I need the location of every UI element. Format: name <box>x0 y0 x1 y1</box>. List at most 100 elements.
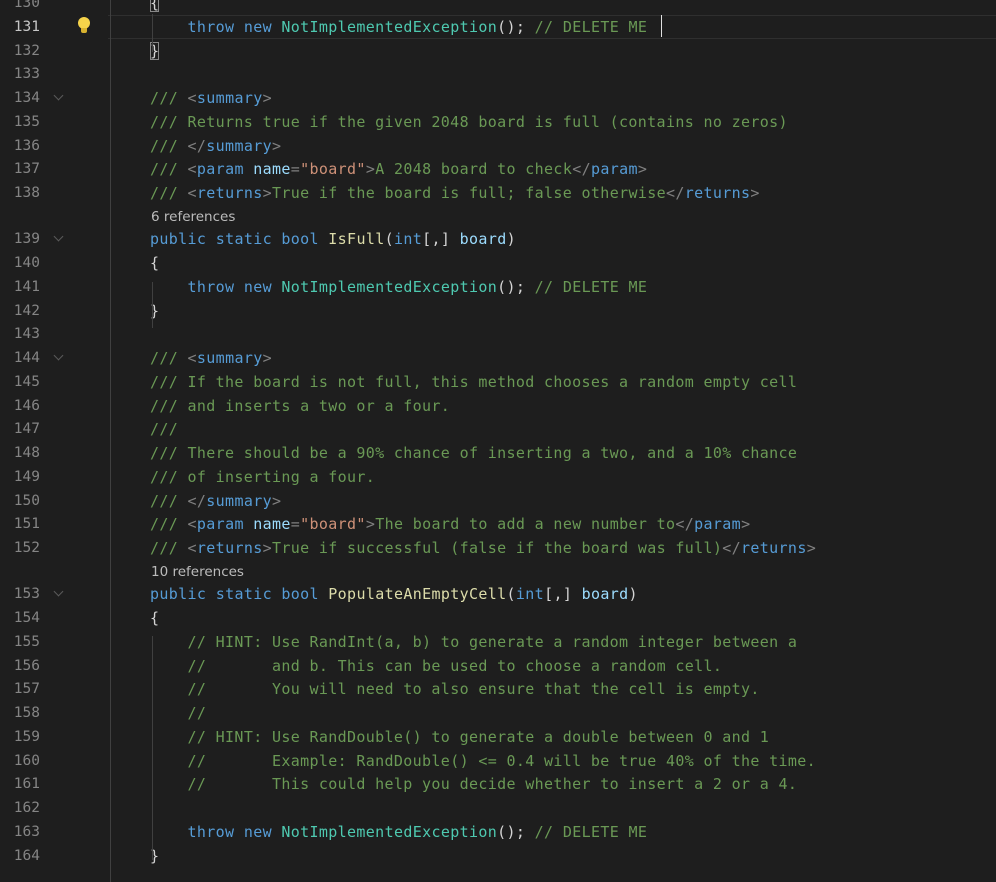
text-cursor <box>661 14 662 37</box>
code-token: bool <box>281 585 319 604</box>
code-line[interactable]: 151/// <param name="board">The board to … <box>0 512 996 536</box>
code-token: </ <box>675 515 695 534</box>
code-text: /// <returns>True if the board is full; … <box>150 182 760 204</box>
code-line[interactable]: 154 { <box>0 606 996 630</box>
code-line[interactable]: 139 public static bool IsFull(int[,] boar… <box>0 227 996 251</box>
code-line[interactable]: 132} <box>0 39 996 63</box>
line-number: 143 <box>13 326 40 343</box>
indent-guide <box>152 636 153 860</box>
code-token: /// There should be a 90% chance of inse… <box>150 444 798 462</box>
code-line[interactable]: 160 // Example: RandDouble() <= 0.4 will… <box>0 749 996 773</box>
code-token: bool <box>281 230 319 249</box>
code-line[interactable]: 138 /// <returns>True if the board is ful… <box>0 181 996 205</box>
code-line[interactable]: 161 // This could help you decide whethe… <box>0 772 996 796</box>
code-token: /// <box>150 89 188 107</box>
code-token: The board to add a new number to <box>375 515 676 534</box>
indent-guide <box>152 14 153 52</box>
line-number: 153 <box>13 586 40 603</box>
code-text: /// </summary> <box>150 135 281 157</box>
code-line[interactable]: 142} <box>0 299 996 323</box>
code-line[interactable]: 148 /// There should be a 90% chance of i… <box>0 441 996 465</box>
code-token: /// <box>150 420 179 439</box>
code-token: > <box>262 184 272 202</box>
line-number: 156 <box>13 657 40 674</box>
code-line[interactable]: 147 /// <box>0 417 996 441</box>
code-line[interactable]: 136 /// </summary> <box>0 134 996 158</box>
code-line[interactable]: 156 // and b. This can be used to choose… <box>0 654 996 678</box>
code-token: summary <box>196 349 263 367</box>
code-line[interactable]: 153 public static bool PopulateAnEmptyCel… <box>0 582 996 606</box>
fold-chevron-icon[interactable] <box>53 350 65 364</box>
code-line[interactable]: 150 /// </summary> <box>0 489 996 513</box>
fold-chevron-icon[interactable] <box>53 586 65 600</box>
line-number: 138 <box>13 185 40 201</box>
line-number: 163 <box>13 823 40 840</box>
code-line[interactable]: 131 throw new NotImplementedException();… <box>0 14 996 39</box>
codelens-references[interactable]: 6 references <box>151 209 235 225</box>
code-line[interactable]: 141 throw new NotImplementedException();… <box>0 275 996 299</box>
code-line[interactable]: 162 <box>0 796 996 820</box>
code-token: = <box>290 515 301 534</box>
line-number: 146 <box>13 397 40 414</box>
code-line[interactable]: 157 // You will need to also ensure that… <box>0 677 996 701</box>
code-token: > <box>271 491 282 510</box>
code-line[interactable]: 145 /// If the board is not full, this me… <box>0 370 996 394</box>
code-line[interactable]: 164} <box>0 844 996 868</box>
fold-chevron-icon[interactable] <box>53 231 65 245</box>
code-token: board <box>581 585 629 604</box>
code-line[interactable]: 152/// <returns>True if successful (fals… <box>0 536 996 560</box>
code-line[interactable]: 149 /// of inserting a four. <box>0 465 996 489</box>
code-line[interactable]: 133 <box>0 62 996 86</box>
code-line[interactable]: 155 // HINT: Use RandInt(a, b) to genera… <box>0 630 996 654</box>
codelens-references[interactable]: 10 references <box>151 564 244 580</box>
code-token: > <box>365 160 376 179</box>
code-token: summary <box>196 89 263 107</box>
code-token: // DELETE ME <box>534 822 648 841</box>
code-text: // <box>150 702 206 724</box>
code-token: // HINT: Use RandDouble() to generate a … <box>187 727 770 746</box>
code-token: "board" <box>300 160 366 179</box>
code-token: param <box>590 160 638 179</box>
line-number: 149 <box>13 468 40 485</box>
code-text: /// There should be a 90% chance of inse… <box>150 442 797 464</box>
code-token: /// <box>150 160 188 179</box>
code-line[interactable]: 140 { <box>0 251 996 275</box>
code-token: new <box>243 17 272 36</box>
code-token: { <box>150 254 160 272</box>
code-line[interactable]: 137/// <param name="board">A 2048 board … <box>0 157 996 181</box>
code-text: /// <box>150 418 178 440</box>
code-token: True if the board is full; false otherwi… <box>271 184 666 202</box>
code-line[interactable]: 159 // HINT: Use RandDouble() to generat… <box>0 725 996 749</box>
code-line[interactable]: 158 // <box>0 701 996 725</box>
code-line[interactable]: 146 /// and inserts a two or a four. <box>0 394 996 418</box>
code-token: returns <box>741 539 807 557</box>
code-line[interactable]: 144 /// <summary> <box>0 346 996 370</box>
code-token: </ <box>187 491 207 510</box>
code-token: public <box>150 230 207 249</box>
code-line[interactable]: 143 <box>0 322 996 346</box>
fold-chevron-icon[interactable] <box>53 90 65 104</box>
code-line[interactable]: 135 /// Returns true if the given 2048 bo… <box>0 110 996 134</box>
code-token: ( <box>506 585 516 604</box>
code-token: summary <box>206 136 272 155</box>
code-line[interactable]: 163 throw new NotImplementedException();… <box>0 820 996 844</box>
lightbulb-icon[interactable] <box>78 16 90 35</box>
code-token: ( <box>384 230 394 249</box>
code-line[interactable]: 130 { <box>0 0 996 15</box>
code-token: > <box>806 539 817 557</box>
code-line[interactable]: 134 /// <summary> <box>0 86 996 110</box>
code-editor[interactable]: 130 {131 throw new NotImplementedExceptio… <box>0 0 996 882</box>
code-token: /// <box>150 184 188 202</box>
code-token: /// <box>150 515 188 534</box>
code-token: // DELETE ME <box>534 17 648 36</box>
code-token: < <box>187 349 197 367</box>
line-number: 161 <box>13 776 40 793</box>
line-number: 140 <box>13 255 40 271</box>
code-token: { <box>150 0 160 12</box>
